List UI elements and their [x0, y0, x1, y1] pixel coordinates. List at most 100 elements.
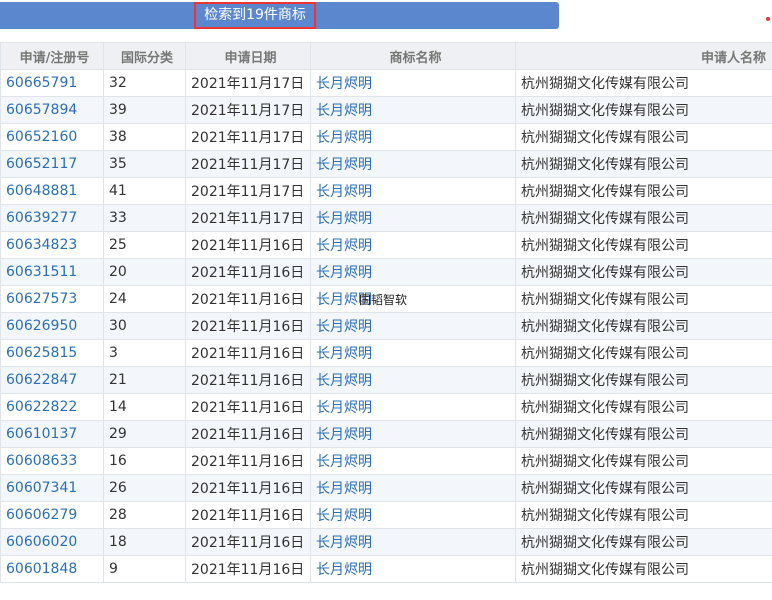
reg-no-td[interactable]: 60601848 [0, 555, 104, 583]
reg-no-link[interactable]: 60606279 [6, 507, 77, 523]
reg-no-td[interactable]: 60631511 [0, 258, 104, 286]
trademark-name-td[interactable]: 长月烬明 [310, 69, 516, 97]
reg-no-td[interactable]: 60608633 [0, 447, 104, 475]
table-row[interactable]: 60625815 3 2021年11月16日 长月烬明 杭州猢猢文化传媒有限公司 [0, 339, 772, 367]
table-row[interactable]: 60601848 9 2021年11月16日 长月烬明 杭州猢猢文化传媒有限公司 [0, 555, 772, 583]
reg-no-link[interactable]: 60625815 [6, 345, 77, 361]
reg-no-link[interactable]: 60622847 [6, 372, 77, 388]
trademark-name-link[interactable]: 长月烬明 [316, 373, 372, 389]
trademark-name-link[interactable]: 长月烬明 [316, 319, 372, 335]
reg-no-link[interactable]: 60627573 [6, 291, 77, 307]
table-row[interactable]: 60606279 28 2021年11月16日 长月烬明 杭州猢猢文化传媒有限公司 [0, 501, 772, 529]
trademark-name-td[interactable]: 长月烬明 [310, 96, 516, 124]
reg-no-td[interactable]: 60634823 [0, 231, 104, 259]
table-row[interactable]: 60648881 41 2021年11月17日 长月烬明 杭州猢猢文化传媒有限公司 [0, 177, 772, 205]
reg-no-td[interactable]: 60652160 [0, 123, 104, 151]
reg-no-td[interactable]: 60626950 [0, 312, 104, 340]
trademark-name-link[interactable]: 长月烬明 [316, 103, 372, 119]
trademark-name-td[interactable]: 长月烬明 [310, 231, 516, 259]
reg-no-link[interactable]: 60610137 [6, 426, 77, 442]
trademark-name-link[interactable]: 长月烬明 [316, 427, 372, 443]
reg-no-link[interactable]: 60608633 [6, 453, 77, 469]
reg-no-link[interactable]: 60648881 [6, 183, 77, 199]
reg-no-td[interactable]: 60627573 [0, 285, 104, 313]
table-row[interactable]: 60622822 14 2021年11月16日 长月烬明 杭州猢猢文化传媒有限公司 [0, 393, 772, 421]
trademark-name-td[interactable]: 长月烬明 [310, 339, 516, 367]
reg-no-td[interactable]: 60622822 [0, 393, 104, 421]
trademark-name-link[interactable]: 长月烬明 [316, 265, 372, 281]
reg-no-link[interactable]: 60622822 [6, 399, 77, 415]
reg-no-td[interactable]: 60652117 [0, 150, 104, 178]
reg-no-link[interactable]: 60601848 [6, 561, 77, 577]
reg-no-td[interactable]: 60606279 [0, 501, 104, 529]
trademark-name-link[interactable]: 长月烬明 [316, 130, 372, 146]
table-row[interactable]: 60631511 20 2021年11月16日 长月烬明 杭州猢猢文化传媒有限公司 [0, 258, 772, 286]
reg-no-link[interactable]: 60607341 [6, 480, 77, 496]
trademark-name-link[interactable]: 长月烬明 [316, 535, 372, 551]
trademark-name-td[interactable]: 长月烬明 [310, 555, 516, 583]
reg-no-td[interactable]: 60657894 [0, 96, 104, 124]
col-header-trademark-name[interactable]: 商标名称 [310, 42, 516, 70]
reg-no-link[interactable]: 60657894 [6, 102, 77, 118]
reg-no-td[interactable]: 60639277 [0, 204, 104, 232]
trademark-name-link[interactable]: 长月烬明 [316, 157, 372, 173]
reg-no-link[interactable]: 60639277 [6, 210, 77, 226]
table-row[interactable]: 60622847 21 2021年11月16日 长月烬明 杭州猢猢文化传媒有限公司 [0, 366, 772, 394]
reg-no-td[interactable]: 60606020 [0, 528, 104, 556]
table-row[interactable]: 60665791 32 2021年11月17日 长月烬明 杭州猢猢文化传媒有限公司 [0, 69, 772, 97]
table-row[interactable]: 60652160 38 2021年11月17日 长月烬明 杭州猢猢文化传媒有限公司 [0, 123, 772, 151]
trademark-name-td[interactable]: 长月烬明 [310, 501, 516, 529]
trademark-name-link[interactable]: 长月烬明 [316, 508, 372, 524]
reg-no-td[interactable]: 60648881 [0, 177, 104, 205]
reg-no-link[interactable]: 60631511 [6, 264, 77, 280]
trademark-name-td[interactable]: 长月烬明 [310, 123, 516, 151]
reg-no-link[interactable]: 60652160 [6, 129, 77, 145]
trademark-name-link[interactable]: 长月烬明 [316, 211, 372, 227]
trademark-name-link[interactable]: 长月烬明 [316, 184, 372, 200]
table-row[interactable]: 60606020 18 2021年11月16日 长月烬明 杭州猢猢文化传媒有限公司 [0, 528, 772, 556]
table-row[interactable]: 60607341 26 2021年11月16日 长月烬明 杭州猢猢文化传媒有限公司 [0, 474, 772, 502]
col-header-applicant[interactable]: 申请人名称 [515, 42, 772, 70]
class-cell: 35 [109, 156, 127, 172]
trademark-name-td[interactable]: 长月烬明 [310, 258, 516, 286]
trademark-name-link[interactable]: 长月烬明 [316, 76, 372, 92]
table-row[interactable]: 60608633 16 2021年11月16日 长月烬明 杭州猢猢文化传媒有限公司 [0, 447, 772, 475]
trademark-name-td[interactable]: 长月烬明 [310, 393, 516, 421]
trademark-name-td[interactable]: 长月烬明 [310, 204, 516, 232]
reg-no-td[interactable]: 60625815 [0, 339, 104, 367]
trademark-name-td[interactable]: 长月烬明 [310, 150, 516, 178]
trademark-name-td[interactable]: 长月烬明 [310, 366, 516, 394]
reg-no-td[interactable]: 60665791 [0, 69, 104, 97]
trademark-name-link[interactable]: 长月烬明 [316, 562, 372, 578]
reg-no-link[interactable]: 60606020 [6, 534, 77, 550]
trademark-name-td[interactable]: 长月烬明 [310, 474, 516, 502]
trademark-name-td[interactable]: 长月烬明 [310, 420, 516, 448]
trademark-name-link[interactable]: 长月烬明 [316, 346, 372, 362]
trademark-name-link[interactable]: 长月烬明 [316, 454, 372, 470]
reg-no-td[interactable]: 60610137 [0, 420, 104, 448]
trademark-name-td[interactable]: 长月烬明 [310, 528, 516, 556]
trademark-name-td[interactable]: 长月烬明 [310, 177, 516, 205]
reg-no-link[interactable]: 60626950 [6, 318, 77, 334]
reg-no-link[interactable]: 60665791 [6, 75, 77, 91]
trademark-name-td[interactable]: 长月烬明 [310, 312, 516, 340]
table-row[interactable]: 60652117 35 2021年11月17日 长月烬明 杭州猢猢文化传媒有限公司 [0, 150, 772, 178]
result-header: 检索到19件商标 [0, 0, 772, 42]
table-row[interactable]: 60610137 29 2021年11月16日 长月烬明 杭州猢猢文化传媒有限公司 [0, 420, 772, 448]
reg-no-link[interactable]: 60652117 [6, 156, 77, 172]
table-row[interactable]: 60634823 25 2021年11月16日 长月烬明 杭州猢猢文化传媒有限公司 [0, 231, 772, 259]
col-header-class[interactable]: 国际分类 [103, 42, 186, 70]
reg-no-td[interactable]: 60607341 [0, 474, 104, 502]
trademark-name-td[interactable]: 长月烬明 [310, 285, 516, 313]
table-row[interactable]: 60639277 33 2021年11月17日 长月烬明 杭州猢猢文化传媒有限公司 [0, 204, 772, 232]
trademark-name-td[interactable]: 长月烬明 [310, 447, 516, 475]
reg-no-td[interactable]: 60622847 [0, 366, 104, 394]
trademark-name-link[interactable]: 长月烬明 [316, 481, 372, 497]
col-header-reg-no[interactable]: 申请/注册号 [0, 42, 104, 70]
trademark-name-link[interactable]: 长月烬明 [316, 400, 372, 416]
reg-no-link[interactable]: 60634823 [6, 237, 77, 253]
trademark-name-link[interactable]: 长月烬明 [316, 238, 372, 254]
table-row[interactable]: 60657894 39 2021年11月17日 长月烬明 杭州猢猢文化传媒有限公司 [0, 96, 772, 124]
table-row[interactable]: 60626950 30 2021年11月16日 长月烬明 杭州猢猢文化传媒有限公司 [0, 312, 772, 340]
col-header-date[interactable]: 申请日期 [185, 42, 311, 70]
